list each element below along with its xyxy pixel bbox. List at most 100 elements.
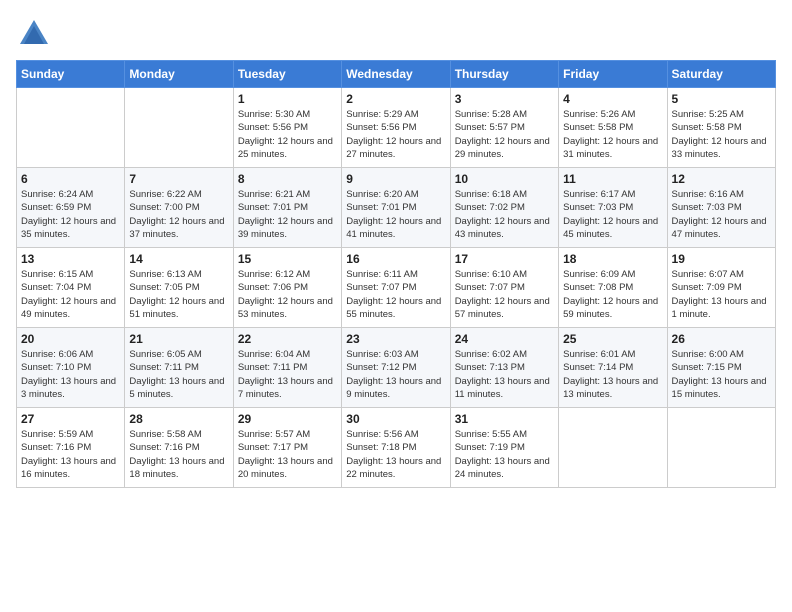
calendar-week-4: 20 Sunrise: 6:06 AMSunset: 7:10 PMDayligh… [17, 328, 776, 408]
day-number: 17 [455, 252, 554, 266]
day-number: 21 [129, 332, 228, 346]
day-number: 15 [238, 252, 337, 266]
calendar-cell: 27 Sunrise: 5:59 AMSunset: 7:16 PMDayligh… [17, 408, 125, 488]
day-info: Sunrise: 6:12 AMSunset: 7:06 PMDaylight:… [238, 268, 337, 321]
day-info: Sunrise: 6:03 AMSunset: 7:12 PMDaylight:… [346, 348, 445, 401]
calendar-cell [17, 88, 125, 168]
calendar-week-1: 1 Sunrise: 5:30 AMSunset: 5:56 PMDaylight… [17, 88, 776, 168]
calendar-cell: 26 Sunrise: 6:00 AMSunset: 7:15 PMDayligh… [667, 328, 775, 408]
day-info: Sunrise: 6:13 AMSunset: 7:05 PMDaylight:… [129, 268, 228, 321]
day-info: Sunrise: 5:59 AMSunset: 7:16 PMDaylight:… [21, 428, 120, 481]
calendar-week-2: 6 Sunrise: 6:24 AMSunset: 6:59 PMDaylight… [17, 168, 776, 248]
day-info: Sunrise: 5:56 AMSunset: 7:18 PMDaylight:… [346, 428, 445, 481]
calendar-cell: 18 Sunrise: 6:09 AMSunset: 7:08 PMDayligh… [559, 248, 667, 328]
day-number: 31 [455, 412, 554, 426]
calendar-cell: 20 Sunrise: 6:06 AMSunset: 7:10 PMDayligh… [17, 328, 125, 408]
calendar-cell: 28 Sunrise: 5:58 AMSunset: 7:16 PMDayligh… [125, 408, 233, 488]
calendar-cell: 31 Sunrise: 5:55 AMSunset: 7:19 PMDayligh… [450, 408, 558, 488]
calendar-cell [125, 88, 233, 168]
calendar-cell: 23 Sunrise: 6:03 AMSunset: 7:12 PMDayligh… [342, 328, 450, 408]
day-info: Sunrise: 6:00 AMSunset: 7:15 PMDaylight:… [672, 348, 771, 401]
calendar-cell: 7Sunrise: 6:22 AMSunset: 7:00 PMDaylight… [125, 168, 233, 248]
day-number: 1 [238, 92, 337, 106]
day-number: 20 [21, 332, 120, 346]
day-number: 16 [346, 252, 445, 266]
day-number: 23 [346, 332, 445, 346]
day-number: 13 [21, 252, 120, 266]
day-info: Sunrise: 5:55 AMSunset: 7:19 PMDaylight:… [455, 428, 554, 481]
day-info: Sunrise: 6:18 AMSunset: 7:02 PMDaylight:… [455, 188, 554, 241]
calendar-cell: 4 Sunrise: 5:26 AMSunset: 5:58 PMDaylight… [559, 88, 667, 168]
calendar-cell: 30 Sunrise: 5:56 AMSunset: 7:18 PMDayligh… [342, 408, 450, 488]
day-info: Sunrise: 6:15 AMSunset: 7:04 PMDaylight:… [21, 268, 120, 321]
day-header-sunday: Sunday [17, 61, 125, 88]
day-number: 30 [346, 412, 445, 426]
day-number: 27 [21, 412, 120, 426]
calendar-week-5: 27 Sunrise: 5:59 AMSunset: 7:16 PMDayligh… [17, 408, 776, 488]
day-info: Sunrise: 6:09 AMSunset: 7:08 PMDaylight:… [563, 268, 662, 321]
logo [16, 16, 56, 52]
calendar-cell: 25 Sunrise: 6:01 AMSunset: 7:14 PMDayligh… [559, 328, 667, 408]
day-number: 12 [672, 172, 771, 186]
day-info: Sunrise: 5:58 AMSunset: 7:16 PMDaylight:… [129, 428, 228, 481]
day-number: 2 [346, 92, 445, 106]
day-number: 18 [563, 252, 662, 266]
day-number: 24 [455, 332, 554, 346]
calendar-week-3: 13 Sunrise: 6:15 AMSunset: 7:04 PMDayligh… [17, 248, 776, 328]
calendar-cell [667, 408, 775, 488]
day-info: Sunrise: 6:02 AMSunset: 7:13 PMDaylight:… [455, 348, 554, 401]
calendar-cell: 21 Sunrise: 6:05 AMSunset: 7:11 PMDayligh… [125, 328, 233, 408]
day-info: Sunrise: 5:29 AMSunset: 5:56 PMDaylight:… [346, 108, 445, 161]
day-header-friday: Friday [559, 61, 667, 88]
day-info: Sunrise: 6:24 AMSunset: 6:59 PMDaylight:… [21, 188, 120, 241]
calendar-cell: 17 Sunrise: 6:10 AMSunset: 7:07 PMDayligh… [450, 248, 558, 328]
day-info: Sunrise: 6:06 AMSunset: 7:10 PMDaylight:… [21, 348, 120, 401]
day-number: 11 [563, 172, 662, 186]
calendar-header: SundayMondayTuesdayWednesdayThursdayFrid… [17, 61, 776, 88]
calendar-cell: 24 Sunrise: 6:02 AMSunset: 7:13 PMDayligh… [450, 328, 558, 408]
day-number: 25 [563, 332, 662, 346]
day-number: 28 [129, 412, 228, 426]
day-info: Sunrise: 6:10 AMSunset: 7:07 PMDaylight:… [455, 268, 554, 321]
calendar-table: SundayMondayTuesdayWednesdayThursdayFrid… [16, 60, 776, 488]
calendar-cell: 10 Sunrise: 6:18 AMSunset: 7:02 PMDayligh… [450, 168, 558, 248]
calendar-cell: 5Sunrise: 5:25 AMSunset: 5:58 PMDaylight… [667, 88, 775, 168]
calendar-cell: 3 Sunrise: 5:28 AMSunset: 5:57 PMDaylight… [450, 88, 558, 168]
day-info: Sunrise: 6:20 AMSunset: 7:01 PMDaylight:… [346, 188, 445, 241]
day-info: Sunrise: 6:21 AMSunset: 7:01 PMDaylight:… [238, 188, 337, 241]
day-number: 8 [238, 172, 337, 186]
day-number: 26 [672, 332, 771, 346]
day-number: 14 [129, 252, 228, 266]
day-header-wednesday: Wednesday [342, 61, 450, 88]
day-info: Sunrise: 6:05 AMSunset: 7:11 PMDaylight:… [129, 348, 228, 401]
logo-icon [16, 16, 52, 52]
day-info: Sunrise: 5:26 AMSunset: 5:58 PMDaylight:… [563, 108, 662, 161]
day-info: Sunrise: 5:25 AMSunset: 5:58 PMDaylight:… [672, 108, 771, 161]
day-info: Sunrise: 6:04 AMSunset: 7:11 PMDaylight:… [238, 348, 337, 401]
day-info: Sunrise: 5:57 AMSunset: 7:17 PMDaylight:… [238, 428, 337, 481]
day-info: Sunrise: 6:07 AMSunset: 7:09 PMDaylight:… [672, 268, 771, 321]
day-info: Sunrise: 6:22 AMSunset: 7:00 PMDaylight:… [129, 188, 228, 241]
calendar-body: 1 Sunrise: 5:30 AMSunset: 5:56 PMDaylight… [17, 88, 776, 488]
day-number: 22 [238, 332, 337, 346]
day-number: 10 [455, 172, 554, 186]
page-header [16, 16, 776, 52]
day-info: Sunrise: 6:16 AMSunset: 7:03 PMDaylight:… [672, 188, 771, 241]
day-number: 4 [563, 92, 662, 106]
day-header-saturday: Saturday [667, 61, 775, 88]
day-number: 3 [455, 92, 554, 106]
calendar-cell [559, 408, 667, 488]
day-info: Sunrise: 6:17 AMSunset: 7:03 PMDaylight:… [563, 188, 662, 241]
day-number: 19 [672, 252, 771, 266]
calendar-cell: 8 Sunrise: 6:21 AMSunset: 7:01 PMDaylight… [233, 168, 341, 248]
day-info: Sunrise: 5:30 AMSunset: 5:56 PMDaylight:… [238, 108, 337, 161]
calendar-cell: 14 Sunrise: 6:13 AMSunset: 7:05 PMDayligh… [125, 248, 233, 328]
calendar-cell: 15 Sunrise: 6:12 AMSunset: 7:06 PMDayligh… [233, 248, 341, 328]
calendar-cell: 11 Sunrise: 6:17 AMSunset: 7:03 PMDayligh… [559, 168, 667, 248]
day-info: Sunrise: 5:28 AMSunset: 5:57 PMDaylight:… [455, 108, 554, 161]
day-number: 6 [21, 172, 120, 186]
day-info: Sunrise: 6:01 AMSunset: 7:14 PMDaylight:… [563, 348, 662, 401]
calendar-cell: 16Sunrise: 6:11 AMSunset: 7:07 PMDayligh… [342, 248, 450, 328]
calendar-cell: 22 Sunrise: 6:04 AMSunset: 7:11 PMDayligh… [233, 328, 341, 408]
calendar-cell: 2 Sunrise: 5:29 AMSunset: 5:56 PMDaylight… [342, 88, 450, 168]
